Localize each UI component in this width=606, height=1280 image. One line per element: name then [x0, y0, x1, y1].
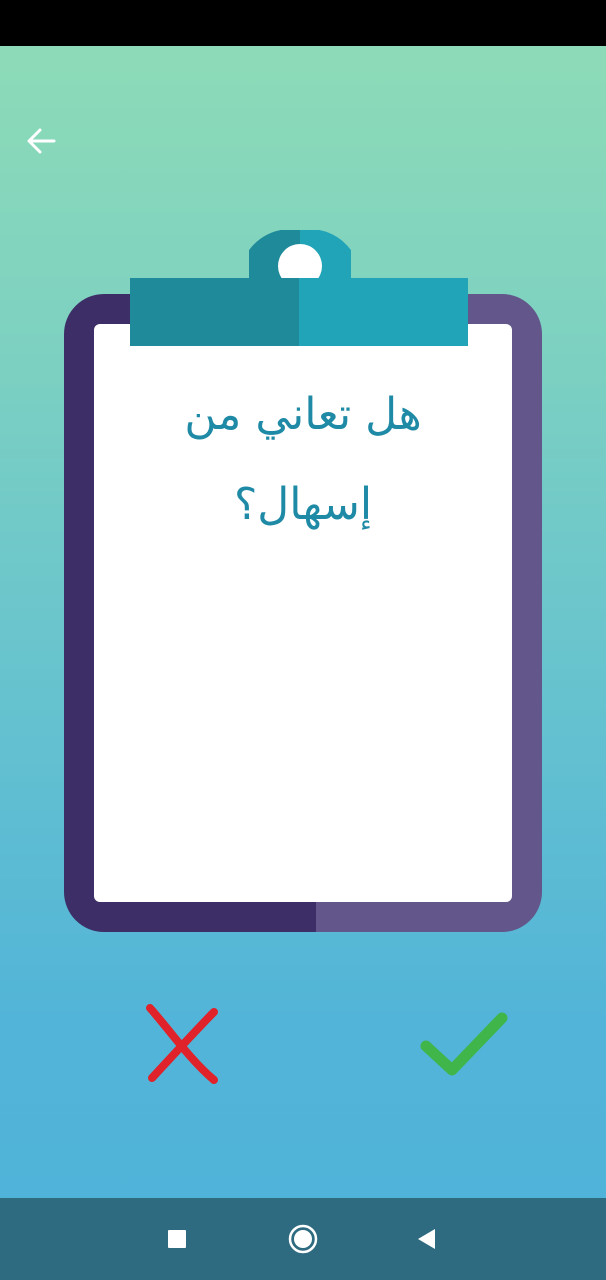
yes-answer-button[interactable]	[416, 1004, 512, 1084]
arrow-left-icon	[27, 128, 56, 154]
question-text: هل تعاني من إسهال؟	[184, 389, 422, 530]
circle-icon	[288, 1224, 318, 1254]
triangle-back-icon	[418, 1229, 435, 1249]
no-answer-button[interactable]	[138, 1000, 228, 1090]
system-navigation-bar	[0, 1198, 606, 1280]
square-icon	[168, 1230, 186, 1248]
check-mark-icon	[420, 1012, 508, 1076]
clipboard-clip-bar	[130, 278, 468, 346]
x-mark-icon	[146, 1004, 218, 1084]
home-button[interactable]	[283, 1219, 323, 1259]
clipboard-card	[64, 230, 542, 932]
back-button[interactable]	[20, 120, 62, 162]
recents-button[interactable]	[157, 1219, 197, 1259]
nav-back-button[interactable]	[406, 1219, 446, 1259]
status-bar	[0, 0, 606, 46]
